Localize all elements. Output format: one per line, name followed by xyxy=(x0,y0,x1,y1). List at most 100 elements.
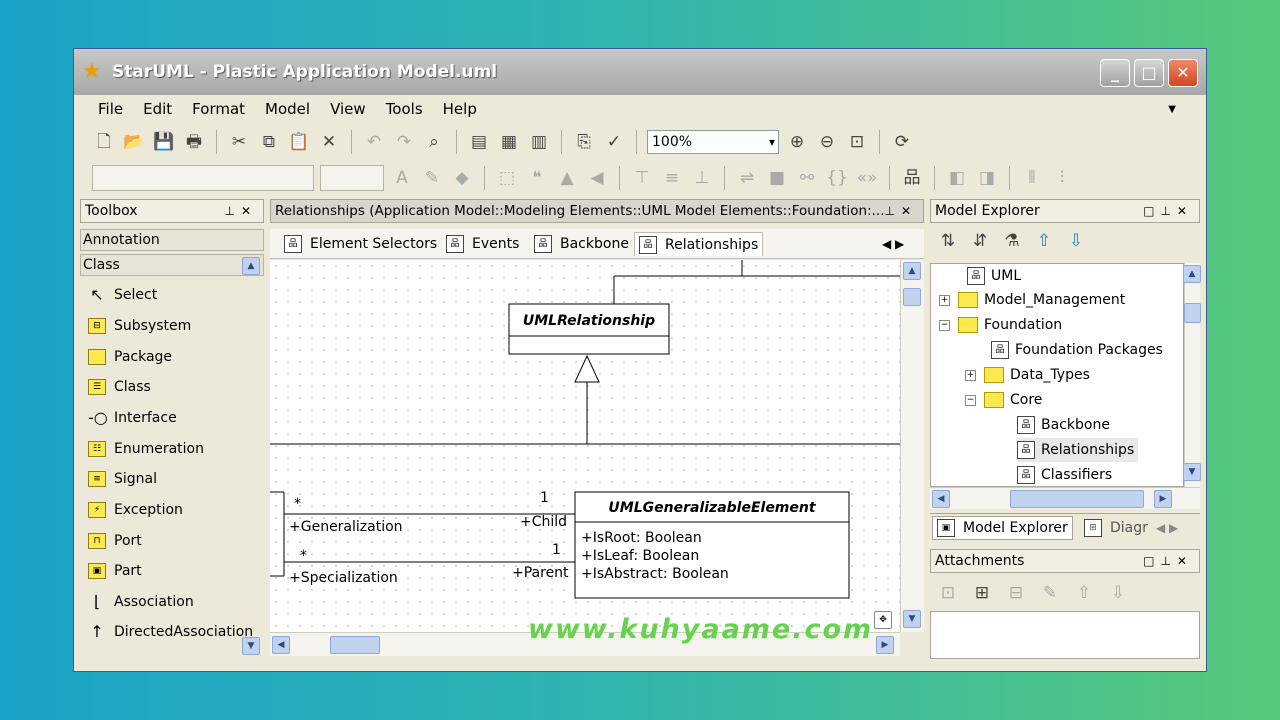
tool-part[interactable]: ▣ Part xyxy=(88,557,142,585)
sort-desc-icon[interactable]: ⇵ xyxy=(968,229,992,253)
zoom-select[interactable]: 100% xyxy=(647,130,779,154)
zoom-out-icon[interactable]: ⊖ xyxy=(815,130,839,154)
tab-relationships[interactable]: 品 Relationships xyxy=(634,232,764,256)
redo-icon[interactable]: ↷ xyxy=(392,130,416,154)
find-icon[interactable]: ⌕ xyxy=(422,130,446,154)
fill-color-icon[interactable]: ◆ xyxy=(450,166,474,190)
toolbox-group-class[interactable]: Class xyxy=(80,254,264,276)
editor-pin-close-icon[interactable]: ⊥✕ xyxy=(884,204,917,218)
tree-scroll-down-icon[interactable]: ▼ xyxy=(1183,463,1201,481)
paste-icon[interactable]: 📋 xyxy=(287,130,311,154)
attach-edit-icon[interactable]: ✎ xyxy=(1038,581,1062,605)
model-icon[interactable]: ▤ xyxy=(467,130,491,154)
tool-subsystem[interactable]: ⊟ Subsystem xyxy=(88,312,191,340)
tool-enumeration[interactable]: ☷ Enumeration xyxy=(88,435,204,463)
canvas-scroll-left-icon[interactable]: ◀ xyxy=(272,636,290,654)
pan-icon[interactable]: ✥ xyxy=(874,611,892,629)
quote-icon[interactable]: ❝ xyxy=(525,166,549,190)
format-painter-icon[interactable]: ▲ xyxy=(555,166,579,190)
attachments-controls-icon[interactable]: □⊥✕ xyxy=(1143,554,1193,568)
verify-icon[interactable]: ✓ xyxy=(602,130,626,154)
tab-model-explorer[interactable]: ▣ Model Explorer xyxy=(932,516,1073,540)
attachments-list[interactable] xyxy=(930,611,1200,659)
cut-icon[interactable]: ✂ xyxy=(227,130,251,154)
attach-file-icon[interactable]: ⊡ xyxy=(936,581,960,605)
tree-node-classifiers[interactable]: 品 Classifiers xyxy=(1017,463,1112,486)
font-icon[interactable]: A xyxy=(390,166,414,190)
sort-asc-icon[interactable]: ⇅ xyxy=(936,229,960,253)
tree-node-model-management[interactable]: + Model_Management xyxy=(939,288,1125,312)
print-icon[interactable]: 🖶 xyxy=(182,130,206,154)
line-style-icon[interactable]: ⇌ xyxy=(735,166,759,190)
diagram-canvas[interactable]: UMLRelationship UMLGeneralizableElement … xyxy=(270,260,900,632)
menu-tools[interactable]: Tools xyxy=(386,100,423,118)
select-all-icon[interactable]: ⬚ xyxy=(495,166,519,190)
minimize-button[interactable]: _ xyxy=(1100,59,1130,87)
tool-class[interactable]: ☰ Class xyxy=(88,373,151,401)
menu-file[interactable]: File xyxy=(98,100,123,118)
tree-vertical-scrollbar[interactable]: ▲ ▼ xyxy=(1183,263,1201,487)
toolbox-scroll-down-icon[interactable]: ▼ xyxy=(242,637,260,655)
close-button[interactable]: ✕ xyxy=(1168,59,1198,87)
refresh-icon[interactable]: ⟳ xyxy=(890,130,914,154)
copy-icon[interactable]: ⧉ xyxy=(257,130,281,154)
canvas-scroll-down-icon[interactable]: ▼ xyxy=(903,610,921,628)
model-explorer-controls-icon[interactable]: □⊥✕ xyxy=(1143,204,1193,218)
bracket-icon[interactable]: {} xyxy=(825,166,849,190)
diagram-icon[interactable]: ▦ xyxy=(497,130,521,154)
stereotype-icon[interactable]: «» xyxy=(855,166,879,190)
distribute-v-icon[interactable]: ⫶ xyxy=(1050,166,1074,190)
filter-icon[interactable]: ⚗ xyxy=(1000,229,1024,253)
tool-signal[interactable]: ≡ Signal xyxy=(88,465,157,493)
distribute-h-icon[interactable]: ⫴ xyxy=(1020,166,1044,190)
attach-up-icon[interactable]: ⇧ xyxy=(1072,581,1096,605)
canvas-scroll-right-icon[interactable]: ▶ xyxy=(876,636,894,654)
canvas-scroll-up-icon[interactable]: ▲ xyxy=(903,262,921,280)
toolbox-scroll-up-icon[interactable]: ▲ xyxy=(242,257,260,275)
attach-down-icon[interactable]: ⇩ xyxy=(1106,581,1130,605)
send-back-icon[interactable]: ◨ xyxy=(975,166,999,190)
font-size-combo[interactable] xyxy=(320,165,384,191)
tool-directed-association[interactable]: ↑ DirectedAssociation xyxy=(88,618,253,646)
layout-icon[interactable]: 品 xyxy=(900,166,924,190)
tab-scroll-icon[interactable]: ◀ ▶ xyxy=(882,232,904,256)
tool-exception[interactable]: ⚡ Exception xyxy=(88,496,183,524)
font-name-combo[interactable] xyxy=(92,165,314,191)
tree-node-backbone[interactable]: 品 Backbone xyxy=(1017,413,1110,437)
zoom-fit-icon[interactable]: ⊡ xyxy=(845,130,869,154)
save-icon[interactable]: 💾 xyxy=(152,130,176,154)
menu-format[interactable]: Format xyxy=(192,100,245,118)
arrange-icon[interactable]: ◀ xyxy=(585,166,609,190)
menu-help[interactable]: Help xyxy=(443,100,477,118)
class-uml-generalizable-element[interactable]: UMLGeneralizableElement +IsRoot: Boolean… xyxy=(574,491,850,599)
class-uml-relationship[interactable]: UMLRelationship xyxy=(508,303,670,355)
undo-icon[interactable]: ↶ xyxy=(362,130,386,154)
link-icon[interactable]: ⚯ xyxy=(795,166,819,190)
move-up-icon[interactable]: ⇧ xyxy=(1032,229,1056,253)
open-file-icon[interactable]: 📂 xyxy=(122,130,146,154)
tree-node-foundation-packages[interactable]: 品 Foundation Packages xyxy=(991,338,1163,362)
tree-node-relationships[interactable]: 品 Relationships xyxy=(1017,438,1139,462)
expand-icon[interactable]: + xyxy=(939,294,950,306)
tool-package[interactable]: Package xyxy=(88,343,172,371)
toolbox-pin-close-icon[interactable]: ⊥✕ xyxy=(224,204,257,218)
tool-select[interactable]: ↖ Select xyxy=(88,281,157,309)
menu-view[interactable]: View xyxy=(330,100,366,118)
menu-edit[interactable]: Edit xyxy=(143,100,172,118)
tool-interface[interactable]: -○ Interface xyxy=(88,404,177,432)
export-icon[interactable]: ⎘ xyxy=(572,130,596,154)
attach-open-icon[interactable]: ⊟ xyxy=(1004,581,1028,605)
zoom-in-icon[interactable]: ⊕ xyxy=(785,130,809,154)
tab-backbone[interactable]: 品 Backbone xyxy=(534,232,629,256)
align-middle-icon[interactable]: ≡ xyxy=(660,166,684,190)
tree-hscroll-thumb[interactable] xyxy=(1010,490,1144,508)
tool-association[interactable]: ⌊ Association xyxy=(88,588,194,616)
align-top-icon[interactable]: ⊤ xyxy=(630,166,654,190)
tab-element-selectors[interactable]: 品 Element Selectors xyxy=(284,232,437,256)
align-bottom-icon[interactable]: ⊥ xyxy=(690,166,714,190)
tree-scroll-left-icon[interactable]: ◀ xyxy=(932,490,950,508)
collapse-icon[interactable]: − xyxy=(965,394,976,406)
tree-scroll-right-icon[interactable]: ▶ xyxy=(1154,490,1172,508)
delete-icon[interactable]: ✕ xyxy=(317,130,341,154)
tree-vscroll-thumb[interactable] xyxy=(1184,303,1201,323)
